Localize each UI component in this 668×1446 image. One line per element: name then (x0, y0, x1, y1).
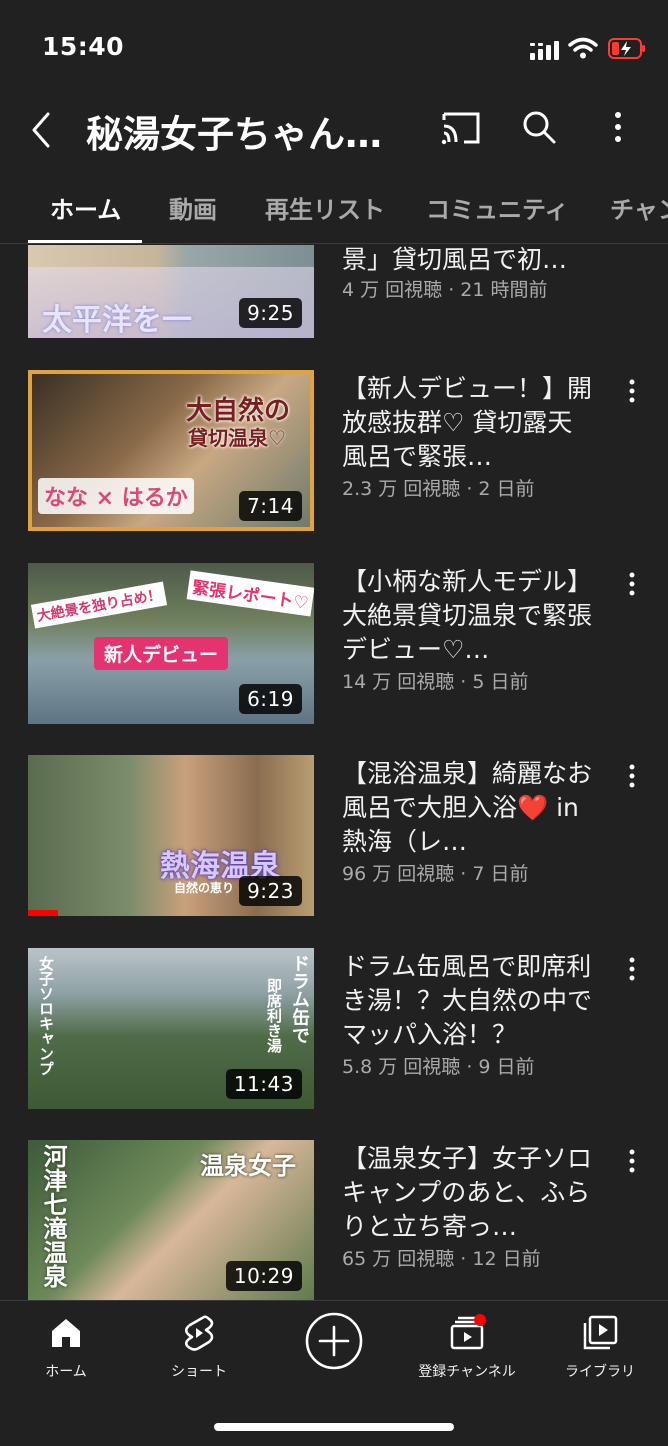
channel-tabs: ホーム 動画 再生リスト コミュニティ チャンネル (0, 172, 668, 244)
battery-charging-icon (608, 38, 645, 59)
thumbnail-caption: 自然の恵り (174, 881, 235, 895)
video-item[interactable]: 大絶景を独り占め！ 緊張レポート♡ 新人デビュー 6:19 【小柄な新人モデル】… (0, 563, 668, 725)
home-indicator (214, 1423, 454, 1431)
nav-shorts[interactable]: ショート (134, 1313, 264, 1381)
nav-label: ライブラリ (565, 1364, 635, 1380)
video-duration: 11:43 (225, 1069, 302, 1099)
tab-channels[interactable]: チャンネル (610, 190, 668, 225)
video-meta: 14 万 回視聴 · 5 日前 (342, 671, 529, 693)
thumbnail-caption: 太平洋を一 (42, 303, 192, 338)
tab-videos[interactable]: 動画 (169, 190, 217, 225)
create-icon[interactable] (304, 1311, 364, 1371)
video-thumbnail[interactable]: 温泉女子 河津七滝温泉 10:29 (28, 1140, 314, 1300)
video-meta: 5.8 万 回視聴 · 9 日前 (342, 1056, 535, 1078)
cellular-signal-icon (530, 41, 559, 60)
thumbnail-caption: 貸切温泉♡ (188, 426, 286, 450)
video-title[interactable]: 【混浴温泉】綺麗なお風呂で大胆入浴❤️ in熱海（レ… (342, 757, 594, 859)
video-thumbnail[interactable]: 女子ソロキャンプ ドラム缶で 即席利き湯 11:43 (28, 948, 314, 1109)
nav-label: 登録チャンネル (418, 1364, 516, 1380)
more-options-icon[interactable] (604, 108, 632, 146)
video-more-icon[interactable] (624, 956, 640, 982)
thumbnail-caption: 女子ソロキャンプ (37, 956, 55, 1076)
video-duration: 7:14 (239, 491, 302, 521)
nav-label: ショート (171, 1364, 227, 1380)
video-meta: 96 万 回視聴 · 7 日前 (342, 863, 529, 885)
tab-playlists[interactable]: 再生リスト (265, 190, 385, 225)
nav-label: ホーム (45, 1364, 87, 1380)
thumbnail-caption: 温泉女子 (200, 1152, 296, 1180)
thumbnail-caption: なな × はるか (38, 478, 194, 514)
video-more-icon[interactable] (624, 571, 640, 597)
cast-icon[interactable] (440, 110, 482, 146)
video-item[interactable]: 温泉女子 河津七滝温泉 10:29 【温泉女子】女子ソロキャンプのあと、ふらりと… (0, 1140, 668, 1300)
active-tab-indicator (28, 240, 142, 243)
status-time: 15:40 (42, 32, 125, 61)
channel-title: 秘湯女子ちゃん… (86, 113, 382, 156)
video-feed[interactable]: 太平洋を一 9:25 景」貸切風呂で初… 4 万 回視聴 · 21 時間前 大自… (0, 245, 668, 1300)
video-thumbnail[interactable]: 大絶景を独り占め！ 緊張レポート♡ 新人デビュー 6:19 (28, 563, 314, 724)
thumbnail-caption: 河津七滝温泉 (39, 1144, 67, 1288)
video-meta: 4 万 回視聴 · 21 時間前 (342, 279, 548, 301)
video-more-icon[interactable] (624, 1148, 640, 1174)
video-thumbnail[interactable]: 太平洋を一 9:25 (28, 245, 314, 338)
video-duration: 10:29 (225, 1261, 302, 1291)
video-duration: 6:19 (239, 684, 302, 714)
nav-library[interactable]: ライブラリ (535, 1313, 665, 1381)
home-icon (52, 1319, 80, 1347)
video-duration: 9:23 (239, 876, 302, 906)
back-arrow-icon[interactable] (24, 108, 60, 152)
video-item[interactable]: 女子ソロキャンプ ドラム缶で 即席利き湯 11:43 ドラム缶風呂で即席利き湯！… (0, 948, 668, 1110)
nav-subscriptions[interactable]: 登録チャンネル (402, 1313, 532, 1381)
video-meta: 65 万 回視聴 · 12 日前 (342, 1248, 541, 1270)
thumbnail-caption: ドラム缶で (289, 954, 310, 1044)
video-thumbnail[interactable]: 大自然の 貸切温泉♡ なな × はるか 7:14 (28, 370, 314, 531)
subscriptions-icon (450, 1314, 486, 1350)
video-title[interactable]: 【新人デビュー！】開放感抜群♡ 貸切露天風呂で緊張… (342, 372, 594, 474)
video-title[interactable]: ドラム缶風呂で即席利き湯！？大自然の中でマッパ入浴！？ (342, 950, 594, 1052)
video-item[interactable]: 大自然の 貸切温泉♡ なな × はるか 7:14 【新人デビュー！】開放感抜群♡… (0, 370, 668, 532)
tab-home[interactable]: ホーム (50, 190, 121, 225)
video-item[interactable]: 太平洋を一 9:25 景」貸切風呂で初… 4 万 回視聴 · 21 時間前 (0, 245, 668, 339)
tab-community[interactable]: コミュニティ (426, 190, 569, 225)
watch-progress-bar (28, 910, 58, 916)
thumbnail-caption: 即席利き湯 (265, 978, 283, 1053)
search-icon[interactable] (520, 108, 558, 146)
video-item[interactable]: 熱海温泉 自然の恵り 9:23 【混浴温泉】綺麗なお風呂で大胆入浴❤️ in熱海… (0, 755, 668, 917)
video-duration: 9:25 (239, 298, 302, 328)
shorts-icon (184, 1315, 214, 1351)
video-thumbnail[interactable]: 熱海温泉 自然の恵り 9:23 (28, 755, 314, 916)
video-title[interactable]: 【温泉女子】女子ソロキャンプのあと、ふらりと立ち寄っ… (342, 1142, 594, 1244)
library-icon (583, 1315, 618, 1350)
wifi-icon (568, 37, 598, 59)
video-title[interactable]: 景」貸切風呂で初… (342, 245, 594, 277)
video-meta: 2.3 万 回視聴 · 2 日前 (342, 478, 535, 500)
video-more-icon[interactable] (624, 763, 640, 789)
video-title[interactable]: 【小柄な新人モデル】大絶景貸切温泉で緊張デビュー♡… (342, 565, 594, 667)
status-bar: 15:40 (0, 0, 668, 96)
thumbnail-caption: 新人デビュー (94, 637, 229, 670)
app-bar: 秘湯女子ちゃん… (0, 96, 668, 166)
bottom-navigation: ホーム ショート 登録チャンネル ライブラリ (0, 1300, 668, 1446)
video-more-icon[interactable] (624, 378, 640, 404)
nav-home[interactable]: ホーム (1, 1313, 131, 1381)
